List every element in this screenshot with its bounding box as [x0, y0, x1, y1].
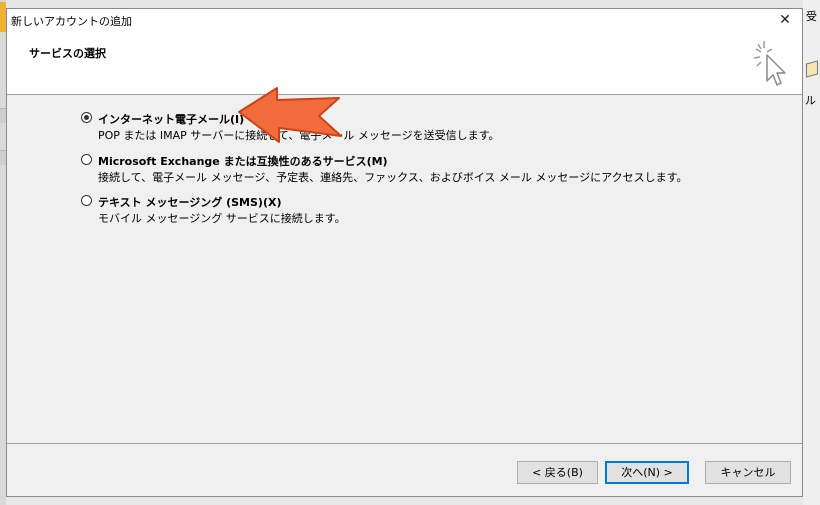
option-label[interactable]: テキスト メッセージング (SMS)(X) — [98, 194, 282, 210]
background-app-icon — [806, 60, 818, 78]
option-label[interactable]: インターネット電子メール(I) — [98, 111, 244, 127]
pointing-arrow-icon — [238, 87, 342, 143]
wizard-cursor-icon — [753, 41, 786, 86]
option-label[interactable]: Microsoft Exchange または互換性のあるサービス(M) — [98, 153, 388, 169]
page-title: サービスの選択 — [29, 47, 106, 60]
background-app-text: 受 — [806, 10, 817, 23]
add-account-dialog: 新しいアカウントの追加 ✕ サービスの選択 インターネット電子メール(I) PO… — [6, 8, 803, 497]
footer-divider — [7, 443, 802, 444]
radio-internet-email[interactable] — [81, 112, 92, 123]
dialog-titlebar: 新しいアカウントの追加 ✕ — [7, 9, 802, 31]
radio-exchange[interactable] — [81, 154, 92, 165]
dialog-header: サービスの選択 — [7, 31, 802, 95]
option-description: モバイル メッセージング サービスに接続します。 — [98, 212, 346, 225]
next-button[interactable]: 次へ(N) > — [605, 461, 689, 484]
back-button[interactable]: < 戻る(B) — [517, 461, 598, 484]
background-app-bottom — [6, 497, 803, 505]
close-button[interactable]: ✕ — [768, 9, 802, 31]
background-app-text: ル — [805, 94, 816, 107]
background-app-right: 受 ル — [803, 0, 820, 505]
cancel-button[interactable]: キャンセル — [705, 461, 791, 484]
dialog-title: 新しいアカウントの追加 — [11, 15, 132, 28]
option-description: 接続して、電子メール メッセージ、予定表、連絡先、ファックス、およびボイス メー… — [98, 171, 688, 184]
radio-sms[interactable] — [81, 195, 92, 206]
